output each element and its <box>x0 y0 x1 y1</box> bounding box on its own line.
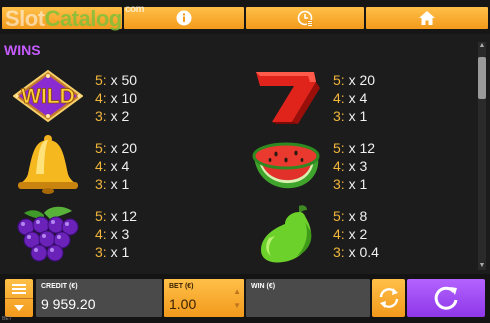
bell-icon <box>18 135 78 194</box>
watermelon-pays: 5: x 12 4: x 3 3: x 1 <box>333 140 376 192</box>
wild-pays: 5: x 50 4: x 10 3: x 2 <box>95 72 138 124</box>
autoplay-button[interactable] <box>372 279 405 317</box>
hamburger-icon <box>5 280 33 298</box>
chevron-down-icon <box>5 297 33 317</box>
bet-label: BET (€) <box>169 283 194 290</box>
tab-history[interactable] <box>246 7 364 29</box>
credit-label: CREDIT (€) <box>41 283 78 290</box>
wild-icon: WILD <box>13 70 83 122</box>
watermark-domain: com <box>125 4 145 15</box>
credit-value: 9 959.20 <box>41 296 96 312</box>
scroll-up-arrow-icon[interactable]: ▲ <box>478 42 486 50</box>
bet-panel[interactable]: BET (€) 1.00 ▲ ▼ <box>164 279 244 317</box>
spin-button[interactable] <box>407 279 485 317</box>
watermark-text-1: Slot <box>5 6 45 31</box>
menu-button[interactable] <box>5 279 33 317</box>
tab-home[interactable] <box>366 7 488 29</box>
wins-title: WINS <box>4 42 41 58</box>
history-icon <box>297 10 313 26</box>
seven-icon <box>256 72 320 124</box>
brand-watermark: SlotCatalog com <box>5 5 145 31</box>
grapes-pays: 5: x 12 4: x 3 3: x 1 <box>95 208 138 260</box>
watermark-text-2: Catalog <box>44 6 123 31</box>
bet-value: 1.00 <box>169 296 197 312</box>
info-icon <box>176 10 192 26</box>
watermelon-icon <box>252 142 320 189</box>
win-panel: WIN (€) <box>246 279 370 317</box>
version-label: BET <box>2 316 12 322</box>
grapes-icon <box>17 206 79 262</box>
scroll-down-arrow-icon[interactable]: ▼ <box>478 262 486 270</box>
seven-pays: 5: x 20 4: x 4 3: x 1 <box>333 72 376 124</box>
pear-pays: 5: x 8 4: x 2 3: x 0.4 <box>333 208 379 260</box>
win-label: WIN (€) <box>251 283 276 290</box>
bell-pays: 5: x 20 4: x 4 3: x 1 <box>95 140 138 192</box>
home-icon <box>419 11 435 25</box>
bet-stepper-icon[interactable]: ▲ ▼ <box>233 285 241 313</box>
autoplay-icon <box>379 288 398 308</box>
pear-icon <box>261 205 312 263</box>
wild-label: WILD <box>21 85 75 108</box>
credit-panel: CREDIT (€) 9 959.20 <box>36 279 162 317</box>
spin-icon <box>434 286 458 310</box>
scrollbar-thumb[interactable] <box>478 57 486 99</box>
